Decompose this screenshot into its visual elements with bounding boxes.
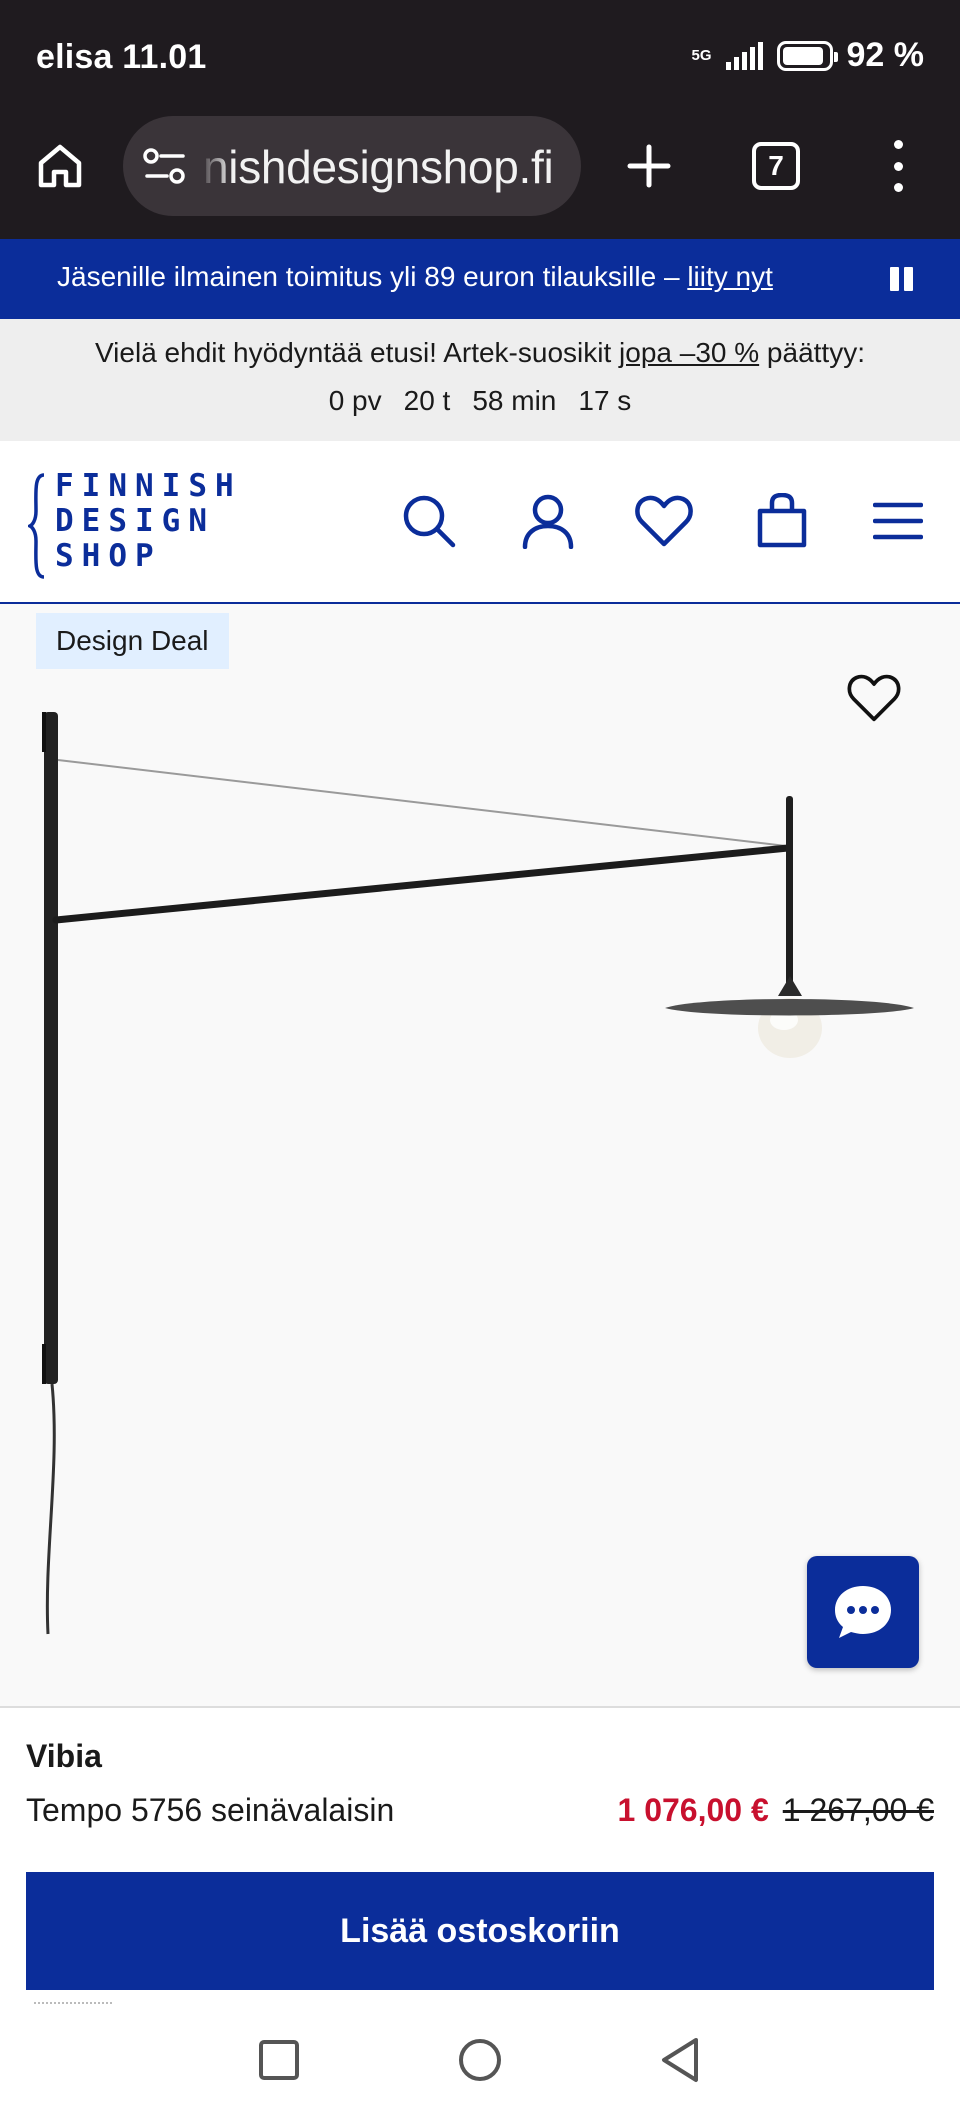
browser-toolbar: nishdesignshop.fi 7 [0,112,960,239]
member-shipping-banner: Jäsenille ilmainen toimitus yli 89 euron… [0,239,960,319]
back-triangle-icon [662,2038,698,2082]
logo-text: FINNISH DESIGN SHOP [55,469,242,574]
status-bar: elisa 11.01 5G 92 % [0,0,960,112]
deal-countdown-banner: Vielä ehdit hyödyntää etusi! Artek-suosi… [0,319,960,441]
site-logo[interactable]: FINNISH DESIGN SHOP [28,469,234,579]
plus-icon [627,144,671,188]
product-brand[interactable]: Vibia [26,1738,102,1775]
battery-percent: 92 % [846,36,925,74]
tune-icon[interactable] [143,146,187,186]
browser-chrome: elisa 11.01 5G 92 % nishdesignshop.fi 7 [0,0,960,239]
original-price: 1 267,00 € [782,1792,934,1828]
recents-button[interactable] [247,2028,311,2092]
battery-fill [782,46,823,65]
logo-line-1: FINNISH [55,468,242,504]
logo-line-3: SHOP [55,538,162,574]
join-now-link[interactable]: liity nyt [687,261,773,292]
url-fade [199,116,233,216]
deal-text-before: Vielä ehdit hyödyntää etusi! Artek-suosi… [95,337,620,368]
home-nav-button[interactable] [448,2028,512,2092]
logo-brace-icon [28,473,45,579]
wishlist-button[interactable] [634,491,694,551]
countdown-minutes: 58 min [472,385,557,416]
deal-link[interactable]: jopa –30 % [619,337,759,368]
home-button[interactable] [30,136,90,196]
countdown-hours: 20 t [403,385,451,416]
member-banner-text: Jäsenille ilmainen toimitus yli 89 euron… [57,261,773,293]
circle-icon [459,2039,501,2081]
cart-button[interactable] [752,491,812,551]
pause-icon[interactable] [890,267,914,291]
product-image [42,712,914,1635]
search-button[interactable] [399,491,459,551]
tab-count: 7 [768,150,784,181]
signal-icon [725,41,763,70]
add-to-wishlist-button[interactable] [842,666,906,730]
url-text[interactable]: nishdesignshop.fi [203,140,554,194]
cart-icon [757,493,807,548]
logo-line-2: DESIGN [55,503,215,539]
deal-text-after: päättyy: [759,337,865,368]
product-gallery[interactable]: Design Deal [0,604,960,1706]
carrier-time: elisa 11.01 [36,38,207,76]
account-icon [522,494,574,549]
network-type: 5G [691,47,712,64]
member-banner-message: Jäsenille ilmainen toimitus yli 89 euron… [57,261,688,292]
countdown-days: 0 pv [328,385,382,416]
wishlist-icon [635,495,693,547]
battery-icon [776,40,838,71]
sale-price: 1 076,00 € [617,1792,769,1828]
product-name: Tempo 5756 seinävalaisin [26,1792,395,1828]
status-indicators: 5G 92 % [691,36,924,75]
account-button[interactable] [518,491,578,551]
new-tab-button[interactable] [619,136,679,196]
price-box: 1 076,00 € 1 267,00 € [618,1792,935,1829]
chat-icon [835,1586,891,1638]
square-icon [259,2040,299,2080]
address-bar[interactable]: nishdesignshop.fi [123,116,581,216]
countdown-timer: 0 pv 20 t 58 min 17 s [0,385,960,417]
heart-icon [847,674,901,722]
site-header: FINNISH DESIGN SHOP [0,441,960,604]
menu-button[interactable] [868,491,928,551]
deal-message: Vielä ehdit hyödyntää etusi! Artek-suosi… [0,337,960,369]
add-to-cart-button[interactable]: Lisää ostoskoriin [26,1872,934,1990]
tabs-button[interactable]: 7 [752,142,800,190]
more-vert-icon[interactable] [872,134,924,198]
design-deal-badge: Design Deal [36,613,229,669]
search-icon [403,495,456,548]
product-summary-panel: Vibia Tempo 5756 seinävalaisin 1 076,00 … [0,1706,960,2004]
chat-button[interactable] [807,1556,919,1668]
home-icon [38,144,82,188]
system-nav-bar [0,2004,960,2118]
menu-icon [873,502,923,540]
back-button[interactable] [648,2028,712,2092]
countdown-seconds: 17 s [578,385,632,416]
